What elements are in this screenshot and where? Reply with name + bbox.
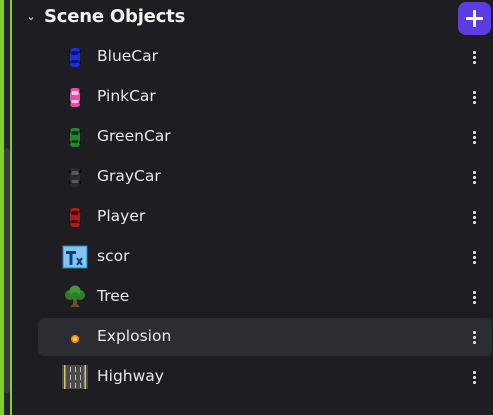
more-options-icon[interactable] xyxy=(468,47,480,67)
more-options-icon[interactable] xyxy=(468,87,480,107)
scrollbar-thumb[interactable] xyxy=(4,148,10,393)
green-car-icon xyxy=(62,125,88,149)
road-icon xyxy=(62,365,88,389)
object-label: PinkCar xyxy=(97,87,156,105)
scene-objects-panel: ⌄ Scene Objects BlueCar PinkCar GreenCar… xyxy=(12,0,493,415)
red-car-icon xyxy=(62,205,88,229)
more-options-icon[interactable] xyxy=(468,127,480,147)
more-options-icon[interactable] xyxy=(468,207,480,227)
more-options-icon[interactable] xyxy=(468,327,480,347)
object-label: scor xyxy=(97,247,130,265)
object-row-greencar[interactable]: GreenCar xyxy=(38,118,492,156)
object-label: Explosion xyxy=(97,327,172,345)
object-row-scor[interactable]: scor xyxy=(38,238,492,276)
object-row-pinkcar[interactable]: PinkCar xyxy=(38,78,492,116)
add-object-button[interactable] xyxy=(458,2,491,35)
text-object-icon xyxy=(62,245,88,269)
object-row-highway[interactable]: Highway xyxy=(38,358,492,396)
panel-header[interactable]: ⌄ Scene Objects xyxy=(12,0,493,38)
object-label: BlueCar xyxy=(97,47,158,65)
object-row-tree[interactable]: Tree xyxy=(38,278,492,316)
object-label: GreenCar xyxy=(97,127,171,145)
object-label: Player xyxy=(97,207,146,225)
panel-title: Scene Objects xyxy=(44,6,186,27)
blue-car-icon xyxy=(62,45,88,69)
object-row-explosion[interactable]: Explosion xyxy=(38,318,492,356)
chevron-down-icon[interactable]: ⌄ xyxy=(24,10,38,24)
more-options-icon[interactable] xyxy=(468,247,480,267)
object-row-graycar[interactable]: GrayCar xyxy=(38,158,492,196)
pink-car-icon xyxy=(62,85,88,109)
more-options-icon[interactable] xyxy=(468,367,480,387)
object-row-bluecar[interactable]: BlueCar xyxy=(38,38,492,76)
gray-car-icon xyxy=(62,165,88,189)
tree-icon xyxy=(62,285,88,309)
explosion-icon xyxy=(62,325,88,349)
object-label: Highway xyxy=(97,367,164,385)
more-options-icon[interactable] xyxy=(468,287,480,307)
more-options-icon[interactable] xyxy=(468,167,480,187)
object-label: GrayCar xyxy=(97,167,161,185)
object-row-player[interactable]: Player xyxy=(38,198,492,236)
object-label: Tree xyxy=(97,287,130,305)
